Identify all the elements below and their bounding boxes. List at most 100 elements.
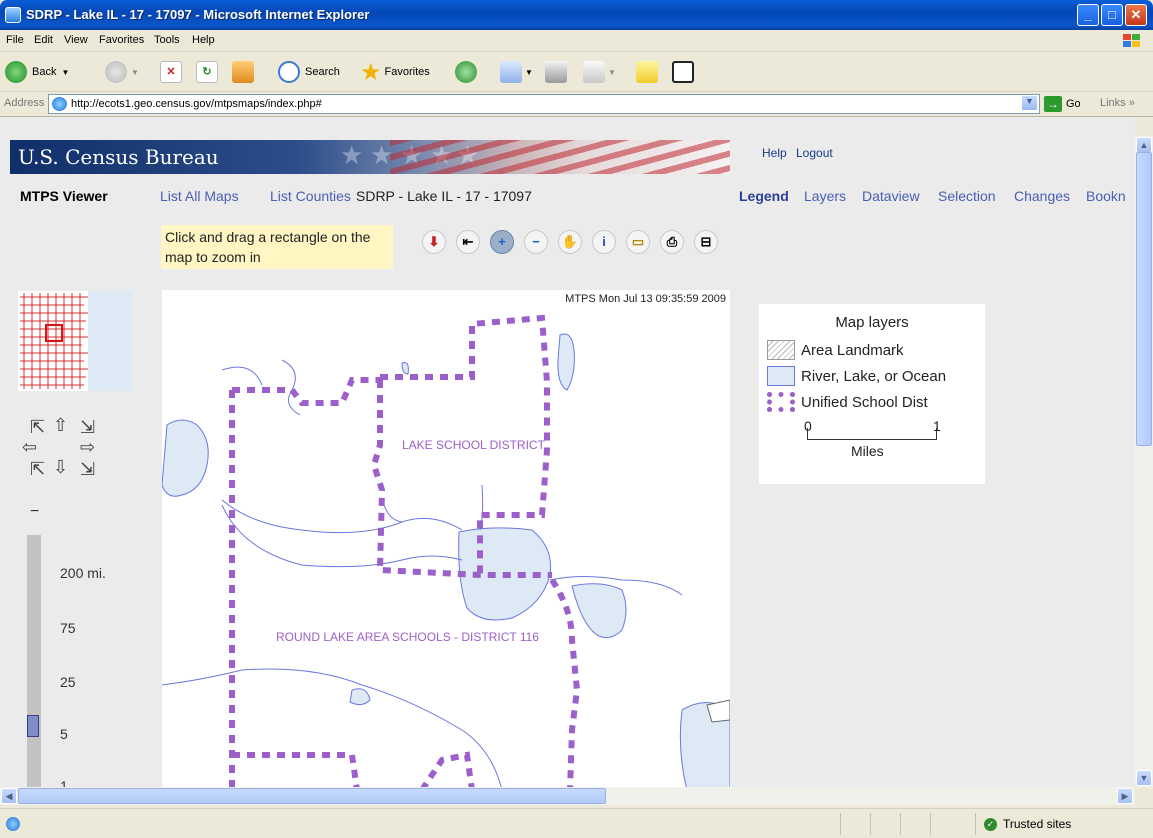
home-button[interactable]: [232, 59, 254, 85]
back-label: Back: [32, 66, 57, 78]
page-icon: [52, 97, 67, 111]
list-all-maps-link[interactable]: List All Maps: [160, 188, 239, 204]
address-dropdown-icon[interactable]: ▼: [1021, 95, 1038, 111]
zoom-in-tool-icon[interactable]: +: [490, 230, 514, 254]
history-button[interactable]: [455, 59, 477, 85]
close-button[interactable]: ✕: [1125, 4, 1147, 26]
clear-selection-tool-icon[interactable]: ⊟: [694, 230, 718, 254]
address-input[interactable]: http://ecots1.geo.census.gov/mtpsmaps/in…: [48, 94, 1040, 114]
tab-changes[interactable]: Changes: [1014, 188, 1070, 204]
menu-help[interactable]: Help: [192, 34, 215, 46]
edit-button[interactable]: ▼: [583, 59, 616, 85]
menu-file[interactable]: File: [6, 34, 24, 46]
page-status-icon: [6, 817, 20, 831]
menu-view[interactable]: View: [64, 34, 88, 46]
notes-icon: [636, 61, 658, 83]
pan-north-icon[interactable]: ⇧: [53, 415, 68, 436]
pan-northeast-icon[interactable]: ⇲: [80, 417, 95, 438]
legend-item: River, Lake, or Ocean: [767, 365, 946, 387]
map-canvas[interactable]: MTPS Mon Jul 13 09:35:59 2009 LAKE SCHOO…: [162, 290, 730, 787]
scroll-up-icon[interactable]: ▲: [1136, 137, 1152, 153]
security-zone[interactable]: ✓ Trusted sites: [984, 817, 1071, 831]
pan-east-icon[interactable]: ⇨: [80, 437, 95, 458]
tab-selection[interactable]: Selection: [938, 188, 996, 204]
back-arrow-icon: [5, 61, 27, 83]
search-icon: [278, 61, 300, 83]
pan-northwest-icon[interactable]: ⇱: [30, 417, 45, 438]
address-url: http://ecots1.geo.census.gov/mtpsmaps/in…: [71, 98, 322, 110]
help-link[interactable]: Help: [762, 146, 787, 160]
list-counties-link[interactable]: List Counties: [270, 188, 351, 204]
app-title: MTPS Viewer: [20, 188, 108, 204]
previous-extent-tool-icon[interactable]: ⇤: [456, 230, 480, 254]
print-button[interactable]: [545, 59, 567, 85]
zoom-scale-label[interactable]: 75: [60, 620, 76, 636]
stop-button[interactable]: ✕: [160, 59, 182, 85]
forward-arrow-icon: [105, 61, 127, 83]
full-extent-tool-icon[interactable]: ⬇: [422, 230, 446, 254]
go-button[interactable]: → Go: [1044, 95, 1081, 113]
menu-edit[interactable]: Edit: [34, 34, 53, 46]
zoom-scale-label[interactable]: 200 mi.: [60, 565, 106, 581]
tab-dataview[interactable]: Dataview: [862, 188, 920, 204]
tab-legend[interactable]: Legend: [739, 188, 789, 204]
pan-southeast-icon[interactable]: ⇲: [80, 459, 95, 480]
zoom-scale-label[interactable]: 1: [60, 778, 68, 787]
back-button[interactable]: Back ▼: [5, 59, 69, 85]
nav-row: MTPS Viewer List All Maps List Counties …: [0, 188, 1135, 208]
menu-favorites[interactable]: Favorites: [99, 34, 144, 46]
legend-item-label: River, Lake, or Ocean: [801, 367, 947, 385]
measure-tool-icon[interactable]: ▭: [626, 230, 650, 254]
favorites-button[interactable]: ★ Favorites: [360, 58, 430, 86]
scroll-down-icon[interactable]: ▼: [1136, 770, 1152, 786]
window-title: SDRP - Lake IL - 17 - 17097 - Microsoft …: [26, 7, 370, 22]
address-bar: Address http://ecots1.geo.census.gov/mtp…: [0, 92, 1153, 117]
search-button[interactable]: Search: [278, 59, 340, 85]
mail-button[interactable]: ▼: [500, 59, 533, 85]
scale-unit-label: Miles: [851, 443, 884, 459]
minimize-button[interactable]: _: [1077, 4, 1099, 26]
print-tool-icon[interactable]: ⎙: [660, 230, 684, 254]
census-banner: ★ ★ ★ ★ ★ U.S. Census Bureau: [10, 140, 730, 174]
go-arrow-icon: →: [1044, 96, 1062, 112]
map-timestamp: MTPS Mon Jul 13 09:35:59 2009: [565, 293, 726, 305]
logout-link[interactable]: Logout: [796, 146, 833, 160]
menu-tools[interactable]: Tools: [154, 34, 180, 46]
legend-item: Unified School Dist: [767, 391, 928, 413]
pan-tool-icon[interactable]: ✋: [558, 230, 582, 254]
links-toolbar[interactable]: Links »: [1100, 97, 1135, 109]
tab-bookmarks[interactable]: Bookn: [1086, 188, 1126, 204]
tab-layers[interactable]: Layers: [804, 188, 846, 204]
scroll-right-icon[interactable]: ▶: [1117, 788, 1133, 804]
map-features: [162, 314, 730, 787]
overview-map[interactable]: [18, 291, 132, 391]
identify-tool-icon[interactable]: i: [592, 230, 616, 254]
notes-button[interactable]: [636, 59, 658, 85]
water-swatch: [767, 366, 795, 386]
zoom-slider-track[interactable]: [27, 535, 41, 787]
zoom-out-button[interactable]: −: [30, 503, 39, 521]
history-icon: [455, 61, 477, 83]
print-icon: [545, 61, 567, 83]
vertical-scroll-thumb[interactable]: [1136, 152, 1152, 446]
favorites-star-icon: ★: [360, 58, 382, 86]
status-bar: ✓ Trusted sites: [0, 808, 1153, 838]
zoom-hint: Click and drag a rectangle on the map to…: [161, 225, 393, 269]
pan-southwest-icon[interactable]: ⇱: [30, 459, 45, 480]
zoom-out-tool-icon[interactable]: −: [524, 230, 548, 254]
ie-app-icon: [5, 7, 21, 23]
zoom-scale-label[interactable]: 5: [60, 726, 68, 742]
zoom-scale-label[interactable]: 25: [60, 674, 76, 690]
messenger-button[interactable]: [672, 59, 694, 85]
edit-dropdown-icon: ▼: [608, 67, 616, 77]
zoom-slider-thumb[interactable]: [27, 715, 39, 737]
forward-button[interactable]: ▼: [105, 59, 139, 85]
pan-west-icon[interactable]: ⇦: [22, 437, 37, 458]
scroll-left-icon[interactable]: ◀: [1, 788, 17, 804]
school-district-swatch: [767, 392, 795, 412]
maximize-button[interactable]: □: [1101, 4, 1123, 26]
refresh-button[interactable]: ↻: [196, 59, 218, 85]
pan-south-icon[interactable]: ⇩: [53, 457, 68, 478]
horizontal-scroll-thumb[interactable]: [18, 788, 606, 804]
menu-bar: File Edit View Favorites Tools Help: [0, 30, 1153, 52]
